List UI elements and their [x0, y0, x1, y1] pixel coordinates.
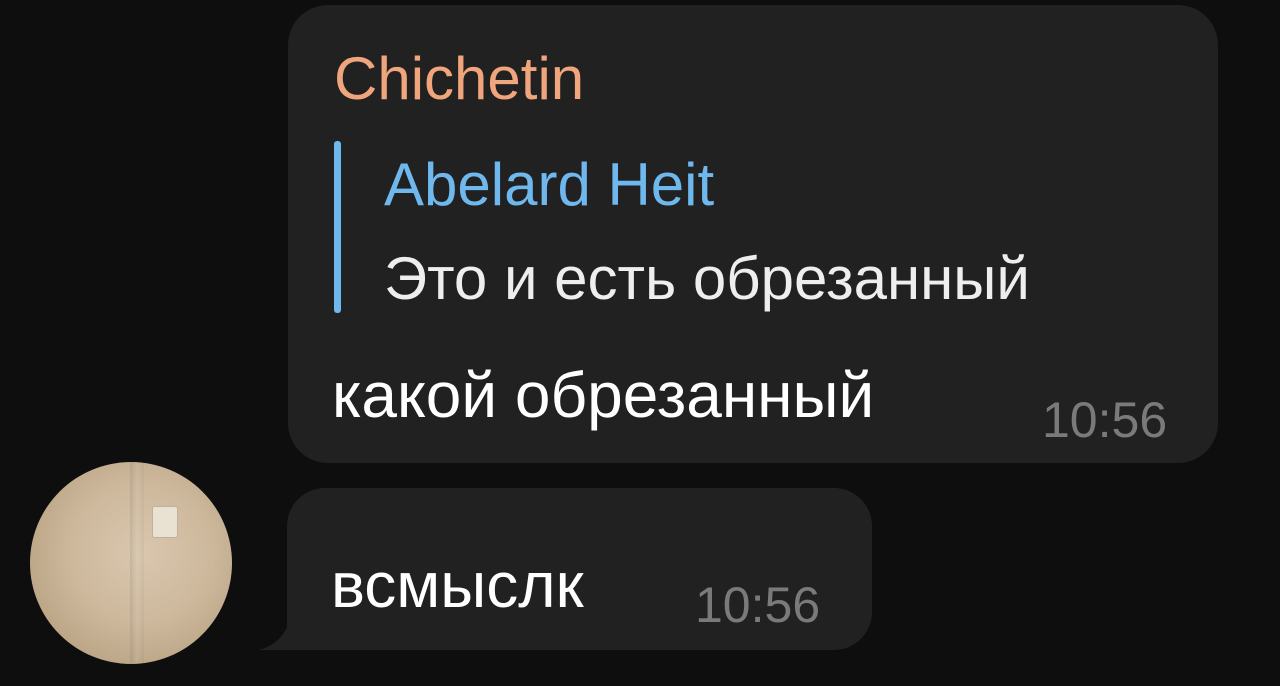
message-text: какой обрезанный: [332, 359, 875, 431]
avatar-photo-wall-corner: [130, 462, 144, 664]
message-bubble[interactable]: Chichetin Abelard Heit Это и есть обреза…: [288, 5, 1218, 463]
user-avatar[interactable]: [30, 462, 232, 664]
chat-area: Chichetin Abelard Heit Это и есть обреза…: [0, 0, 1280, 686]
reply-preview-text[interactable]: Это и есть обрезанный: [384, 249, 1030, 309]
avatar-photo-light-switch: [152, 506, 178, 538]
message-text: всмыслк: [331, 549, 584, 621]
message-bubble[interactable]: всмыслк 10:56: [287, 488, 872, 650]
message-time: 10:56: [1042, 392, 1168, 448]
reply-accent-bar: [334, 141, 341, 313]
sender-name[interactable]: Chichetin: [334, 49, 584, 109]
reply-author[interactable]: Abelard Heit: [384, 155, 714, 215]
message-time: 10:56: [695, 577, 821, 633]
